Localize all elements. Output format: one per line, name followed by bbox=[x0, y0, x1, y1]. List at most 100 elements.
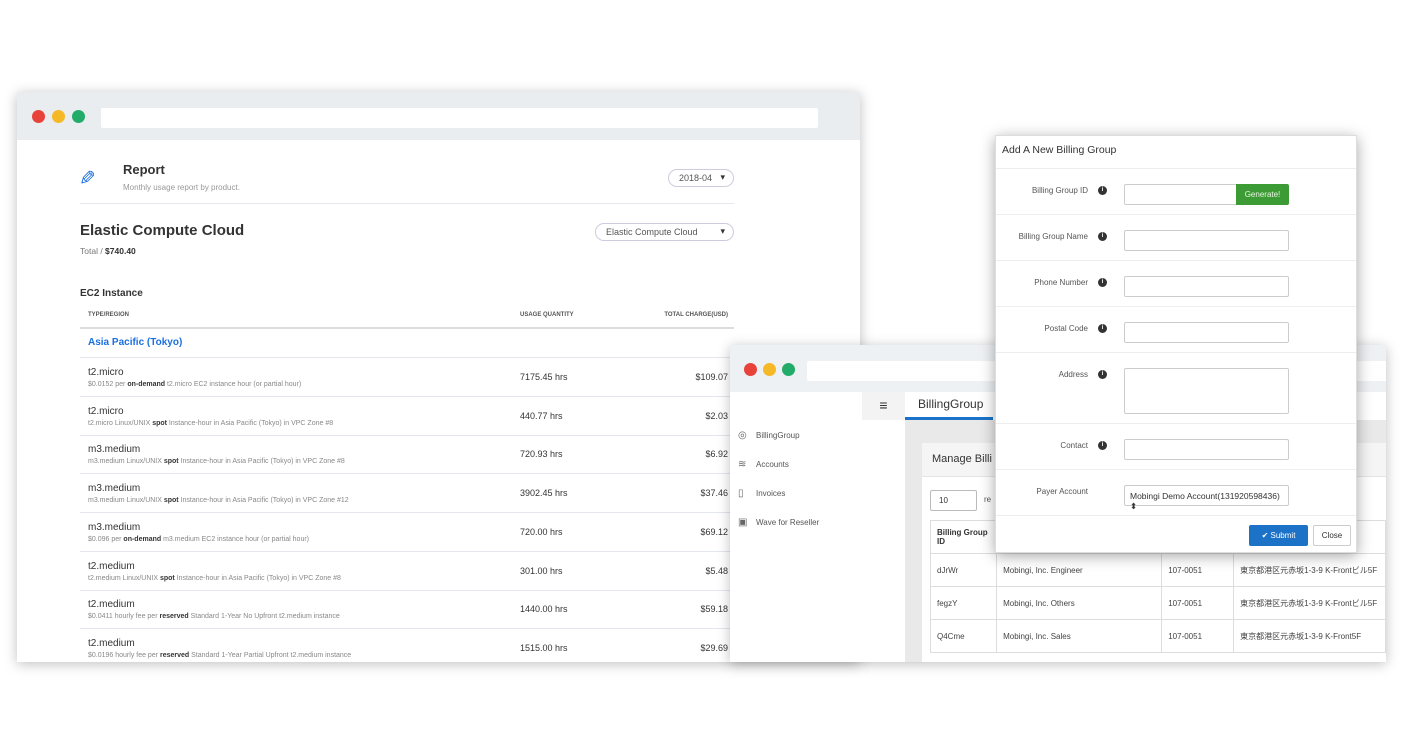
check-circle-icon: ✔ bbox=[1261, 531, 1271, 540]
table-row[interactable]: Q4Cme Mobingi, Inc. Sales 107-0051 東京都港区元赤坂… bbox=[929, 619, 1386, 653]
billing-group-id-input[interactable] bbox=[1124, 184, 1237, 205]
maximize-dot[interactable] bbox=[72, 110, 85, 123]
table-row: m3.medium $0.096 per on-demand m3.medium… bbox=[80, 513, 734, 552]
usage-quantity: 720.93 hrs bbox=[520, 449, 563, 460]
instance-type: m3.medium bbox=[88, 483, 141, 495]
tab-billinggroup[interactable]: BillingGroup bbox=[905, 392, 993, 420]
hamburger-menu-icon[interactable]: ≡ bbox=[862, 392, 905, 420]
usage-quantity: 1515.00 hrs bbox=[520, 642, 568, 653]
instance-description: $0.0196 hourly fee per reserved Standard… bbox=[88, 651, 352, 659]
text-input[interactable] bbox=[1124, 439, 1289, 460]
close-button[interactable]: Close bbox=[1313, 525, 1351, 546]
close-dot[interactable] bbox=[32, 110, 45, 123]
modal-title: Add A New Billing Group bbox=[1002, 144, 1117, 156]
form-row: Address i bbox=[996, 352, 1356, 423]
payer-account-select[interactable]: Mobingi Demo Account(131920598436) ⬍ bbox=[1124, 485, 1289, 511]
col-type: TYPE/REGION bbox=[88, 312, 130, 318]
text-input[interactable] bbox=[1124, 276, 1289, 297]
instance-type: t2.medium bbox=[88, 599, 135, 611]
table-cell: Mobingi, Inc. Sales bbox=[996, 619, 1163, 653]
table-cell: Q4Cme bbox=[929, 619, 998, 653]
close-dot[interactable] bbox=[744, 363, 757, 376]
total-charge: $69.12 bbox=[700, 526, 728, 537]
info-icon[interactable]: i bbox=[1098, 441, 1107, 450]
table-cell: dJrWr bbox=[929, 553, 998, 587]
form-row: Billing Group ID i Generate! bbox=[996, 168, 1356, 214]
field-label: Postal Code bbox=[1044, 324, 1088, 333]
info-icon[interactable]: i bbox=[1098, 278, 1107, 287]
table-cell: 東京都港区元赤坂1-3-9 K-Front5F bbox=[1233, 619, 1386, 653]
total-label: Total / bbox=[80, 246, 106, 256]
submit-button[interactable]: ✔ Submit bbox=[1249, 525, 1308, 546]
add-billing-group-modal: Add A New Billing Group Billing Group ID… bbox=[995, 135, 1357, 553]
col-billing-group-id[interactable]: Billing Group ID bbox=[929, 520, 998, 554]
payer-account-value: Mobingi Demo Account(131920598436) bbox=[1130, 491, 1280, 501]
table-row: t2.micro t2.micro Linux/UNIX spot Instan… bbox=[80, 397, 734, 436]
sidebar-item-billinggroup[interactable]: ◎ BillingGroup bbox=[738, 430, 800, 441]
field-label: Payer Account bbox=[1036, 487, 1088, 496]
modal-footer bbox=[996, 515, 1356, 516]
table-row[interactable]: fegzY Mobingi, Inc. Others 107-0051 東京都港区元赤… bbox=[929, 586, 1386, 620]
field-label: Address bbox=[1058, 370, 1088, 379]
title-bar bbox=[17, 92, 860, 140]
table-row: t2.medium t2.medium Linux/UNIX spot Inst… bbox=[80, 552, 734, 591]
sidebar-item-invoices[interactable]: ▯ Invoices bbox=[738, 488, 785, 499]
instance-description: $0.096 per on-demand m3.medium EC2 insta… bbox=[88, 535, 309, 543]
field-label: Contact bbox=[1060, 441, 1088, 450]
usage-quantity: 3902.45 hrs bbox=[520, 488, 568, 499]
minimize-dot[interactable] bbox=[763, 363, 776, 376]
aws-icon: ≋ bbox=[738, 459, 747, 470]
section-title: EC2 Instance bbox=[80, 288, 143, 299]
minimize-dot[interactable] bbox=[52, 110, 65, 123]
form-row: Billing Group Name i bbox=[996, 214, 1356, 260]
address-bar[interactable] bbox=[101, 108, 818, 128]
panel-title: Manage Billi bbox=[932, 453, 992, 465]
total-charge: $5.48 bbox=[705, 565, 728, 576]
total-charge: $37.46 bbox=[700, 488, 728, 499]
table-row: t2.medium $0.0411 hourly fee per reserve… bbox=[80, 590, 734, 630]
text-input[interactable] bbox=[1124, 322, 1289, 343]
usage-quantity: 440.77 hrs bbox=[520, 410, 563, 421]
instance-description: m3.medium Linux/UNIX spot Instance-hour … bbox=[88, 497, 349, 505]
table-cell: 東京都港区元赤坂1-3-9 K-Frontビル5F bbox=[1233, 553, 1386, 587]
total: Total / $740.40 bbox=[80, 246, 136, 256]
month-select[interactable]: 2018-04 bbox=[668, 169, 734, 187]
instance-type: t2.medium bbox=[88, 560, 135, 572]
badge-icon: ▣ bbox=[738, 517, 748, 528]
sidebar-item-wave-for-reseller[interactable]: ▣ Wave for Reseller bbox=[738, 517, 819, 528]
form-row: Payer Account Mobingi Demo Account(131920… bbox=[996, 469, 1356, 515]
table-cell: Mobingi, Inc. Engineer bbox=[996, 553, 1163, 587]
maximize-dot[interactable] bbox=[782, 363, 795, 376]
total-charge: $6.92 bbox=[705, 449, 728, 460]
header-line bbox=[80, 327, 734, 329]
page-size-select[interactable]: 10 bbox=[930, 490, 977, 511]
info-icon[interactable]: i bbox=[1098, 232, 1107, 241]
info-icon[interactable]: i bbox=[1098, 324, 1107, 333]
submit-label: Submit bbox=[1270, 531, 1296, 540]
form-row: Contact i bbox=[996, 423, 1356, 469]
info-icon[interactable]: i bbox=[1098, 186, 1107, 195]
col-usage: USAGE QUANTITY bbox=[520, 312, 574, 318]
product-select[interactable]: Elastic Compute Cloud bbox=[595, 223, 734, 241]
address-textarea[interactable] bbox=[1124, 368, 1289, 414]
table-cell: 107-0051 bbox=[1161, 553, 1235, 587]
sidebar-label: Wave for Reseller bbox=[756, 518, 820, 527]
document-icon: ▯ bbox=[738, 488, 744, 499]
text-input[interactable] bbox=[1124, 230, 1289, 251]
table-cell: 107-0051 bbox=[1161, 619, 1235, 653]
col-charge: TOTAL CHARGE(USD) bbox=[664, 312, 728, 318]
total-value: $740.40 bbox=[105, 246, 136, 256]
table-row[interactable]: dJrWr Mobingi, Inc. Engineer 107-0051 東京都港区… bbox=[929, 553, 1386, 587]
form-row: Phone Number i bbox=[996, 260, 1356, 306]
table-cell: 東京都港区元赤坂1-3-9 K-Frontビル5F bbox=[1233, 586, 1386, 620]
sidebar-item-accounts[interactable]: ≋ Accounts bbox=[738, 459, 789, 470]
sidebar-label: BillingGroup bbox=[756, 431, 800, 440]
instance-description: m3.medium Linux/UNIX spot Instance-hour … bbox=[88, 458, 345, 466]
generate-button[interactable]: Generate! bbox=[1236, 184, 1289, 205]
table-row: m3.medium m3.medium Linux/UNIX spot Inst… bbox=[80, 474, 734, 514]
instance-description: $0.0152 per on-demand t2.micro EC2 insta… bbox=[88, 381, 302, 388]
info-icon[interactable]: i bbox=[1098, 370, 1107, 379]
sidebar-label: Invoices bbox=[756, 489, 786, 498]
region-link[interactable]: Asia Pacific (Tokyo) bbox=[88, 337, 182, 348]
usage-quantity: 720.00 hrs bbox=[520, 526, 563, 537]
